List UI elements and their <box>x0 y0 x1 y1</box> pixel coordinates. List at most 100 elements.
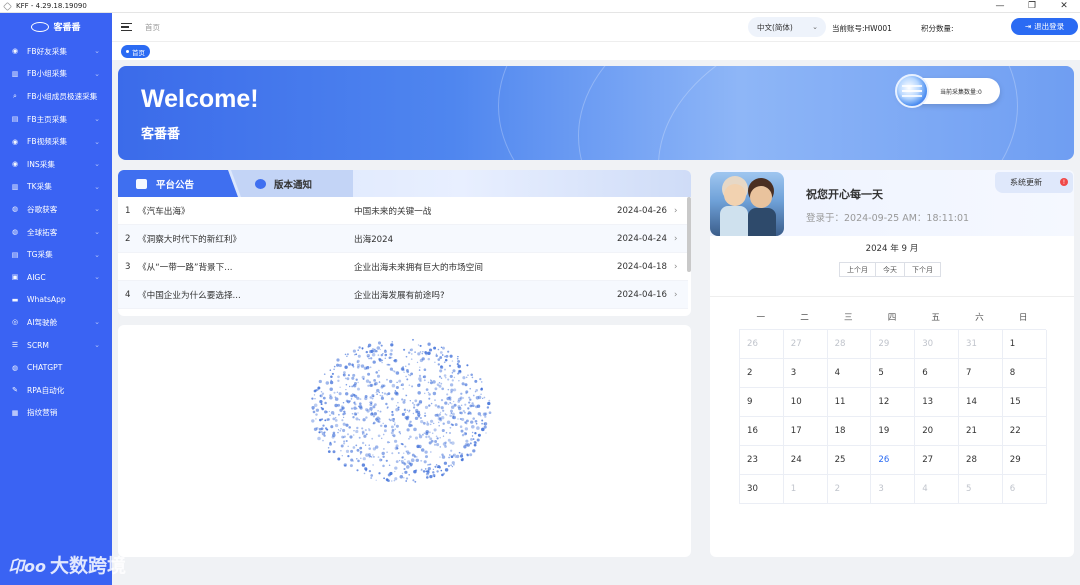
sidebar-item[interactable]: ▥ FB小组采集 ⌄ <box>0 63 112 86</box>
sidebar-item[interactable]: ▬ WhatsApp <box>0 289 112 312</box>
calendar-day[interactable]: 10 <box>783 388 828 417</box>
particle-dot <box>420 459 423 462</box>
calendar-day[interactable]: 26 <box>871 446 916 475</box>
brand[interactable]: 客番番 <box>0 13 112 39</box>
announcement-row[interactable]: 1 《汽车出海》 中国未来的关键一战 2024-04-26 › <box>118 197 688 225</box>
announcement-row[interactable]: 4 《中国企业为什么要选择... 企业出海发展有前途吗? 2024-04-16 › <box>118 281 688 309</box>
sidebar-item[interactable]: ◉ FB好友采集 ⌄ <box>0 40 112 63</box>
calendar-day[interactable]: 7 <box>958 359 1003 388</box>
close-button[interactable]: ✕ <box>1048 0 1080 13</box>
sidebar-item[interactable]: ◉ INS采集 ⌄ <box>0 153 112 176</box>
calendar-day[interactable]: 4 <box>915 475 959 504</box>
calendar-day[interactable]: 16 <box>740 417 784 446</box>
tab-version-notice[interactable]: 版本通知 <box>231 170 353 197</box>
user-panel: 祝您开心每一天 登录于：2024-09-25 AM：18:11:01 系统更新 … <box>710 170 1074 557</box>
calendar-day[interactable]: 9 <box>740 388 784 417</box>
calendar-day[interactable]: 6 <box>915 359 959 388</box>
particle-dot <box>405 375 407 378</box>
sidebar-item[interactable]: ◍ 谷歌获客 ⌄ <box>0 198 112 221</box>
calendar-day[interactable]: 12 <box>871 388 916 417</box>
tag-home[interactable]: 首页 <box>121 45 150 58</box>
calendar-day[interactable]: 29 <box>871 330 916 359</box>
calendar-day[interactable]: 2 <box>740 359 784 388</box>
logout-button[interactable]: ⇥ 退出登录 <box>1011 18 1078 35</box>
particle-dot <box>411 385 414 388</box>
language-select[interactable]: 中文(简体) ⌄ <box>748 17 826 37</box>
sidebar-item[interactable]: ⌕ FB小组成员极速采集 <box>0 85 112 108</box>
calendar-day[interactable]: 29 <box>1002 446 1047 475</box>
collapse-menu-icon[interactable] <box>121 22 132 32</box>
calendar-day[interactable]: 22 <box>1002 417 1047 446</box>
sidebar-item[interactable]: ▤ FB主页采集 ⌄ <box>0 108 112 131</box>
particle-dot <box>368 447 371 450</box>
announcement-row[interactable]: 3 《从“一带一路”背景下... 企业出海未来拥有巨大的市场空间 2024-04-18… <box>118 253 688 281</box>
calendar-day[interactable]: 21 <box>958 417 1003 446</box>
calendar-day[interactable]: 6 <box>1002 475 1047 504</box>
minimize-button[interactable]: — <box>984 0 1016 13</box>
today-button[interactable]: 今天 <box>876 262 905 277</box>
particle-dot <box>350 394 354 398</box>
particle-dot <box>445 431 448 434</box>
particle-dot <box>311 405 315 410</box>
calendar-day[interactable]: 8 <box>1002 359 1047 388</box>
particle-dot <box>364 444 367 446</box>
calendar-day[interactable]: 30 <box>915 330 959 359</box>
calendar-day[interactable]: 13 <box>915 388 959 417</box>
restore-button[interactable]: ❐ <box>1016 0 1048 13</box>
calendar-day[interactable]: 28 <box>958 446 1003 475</box>
sidebar-item[interactable]: ◉ FB视频采集 ⌄ <box>0 130 112 153</box>
particle-dot <box>451 379 454 382</box>
sidebar-item[interactable]: ▥ TK采集 ⌄ <box>0 176 112 199</box>
calendar-day[interactable]: 5 <box>871 359 916 388</box>
calendar-day[interactable]: 23 <box>740 446 784 475</box>
calendar-day[interactable]: 11 <box>827 388 872 417</box>
calendar-day[interactable]: 20 <box>915 417 959 446</box>
calendar-day[interactable]: 3 <box>783 359 828 388</box>
calendar-day[interactable]: 28 <box>827 330 872 359</box>
system-update-button[interactable]: 系统更新 ! <box>995 172 1073 193</box>
watermark-logo: 卬oo <box>8 556 46 576</box>
breadcrumb[interactable]: 首页 <box>145 22 160 33</box>
calendar-day[interactable]: 25 <box>827 446 872 475</box>
particle-dot <box>435 353 438 355</box>
particle-dot <box>357 354 361 358</box>
calendar-day[interactable]: 1 <box>783 475 828 504</box>
particle-dot <box>412 406 416 409</box>
announcement-row[interactable]: 2 《洞察大时代下的新红利》 出海2024 2024-04-24 › <box>118 225 688 253</box>
particle-dot <box>401 383 404 387</box>
calendar-day[interactable]: 2 <box>827 475 872 504</box>
calendar-day[interactable]: 27 <box>915 446 959 475</box>
calendar-day[interactable]: 15 <box>1002 388 1047 417</box>
calendar-day[interactable]: 18 <box>827 417 872 446</box>
calendar-day[interactable]: 14 <box>958 388 1003 417</box>
calendar-day[interactable]: 4 <box>827 359 872 388</box>
sidebar-item[interactable]: ☰ SCRM ⌄ <box>0 334 112 357</box>
tab-platform-announcement[interactable]: 平台公告 <box>118 170 238 197</box>
particle-dot <box>422 376 425 378</box>
calendar-day[interactable]: 1 <box>1002 330 1047 359</box>
next-month-button[interactable]: 下个月 <box>905 262 941 277</box>
sidebar-item[interactable]: ✎ RPA自动化 <box>0 379 112 402</box>
sidebar-item[interactable]: ▦ 指纹营销 <box>0 402 112 425</box>
calendar-day[interactable]: 3 <box>871 475 916 504</box>
calendar-day[interactable]: 27 <box>783 330 828 359</box>
prev-month-button[interactable]: 上个月 <box>839 262 876 277</box>
sidebar-item[interactable]: ◍ CHATGPT <box>0 356 112 379</box>
calendar-day[interactable]: 30 <box>740 475 784 504</box>
calendar-day[interactable]: 5 <box>958 475 1003 504</box>
particle-dot <box>429 423 432 426</box>
sidebar-item[interactable]: ▣ AIGC ⌄ <box>0 266 112 289</box>
calendar-day[interactable]: 31 <box>958 330 1003 359</box>
particle-dot <box>381 384 385 388</box>
calendar-day[interactable]: 26 <box>740 330 784 359</box>
calendar-day[interactable]: 19 <box>871 417 916 446</box>
sidebar-item-label: 指纹营销 <box>27 408 58 418</box>
particle-dot <box>337 375 340 379</box>
calendar-day[interactable]: 24 <box>783 446 828 475</box>
calendar-day[interactable]: 17 <box>783 417 828 446</box>
sidebar-item[interactable]: ▤ TG采集 ⌄ <box>0 243 112 266</box>
sidebar-item[interactable]: ◎ AI驾驶舱 ⌄ <box>0 311 112 334</box>
row-index: 1 <box>125 205 131 216</box>
announcement-scrollbar[interactable] <box>687 197 691 272</box>
sidebar-item[interactable]: ◍ 全球拓客 ⌄ <box>0 221 112 244</box>
